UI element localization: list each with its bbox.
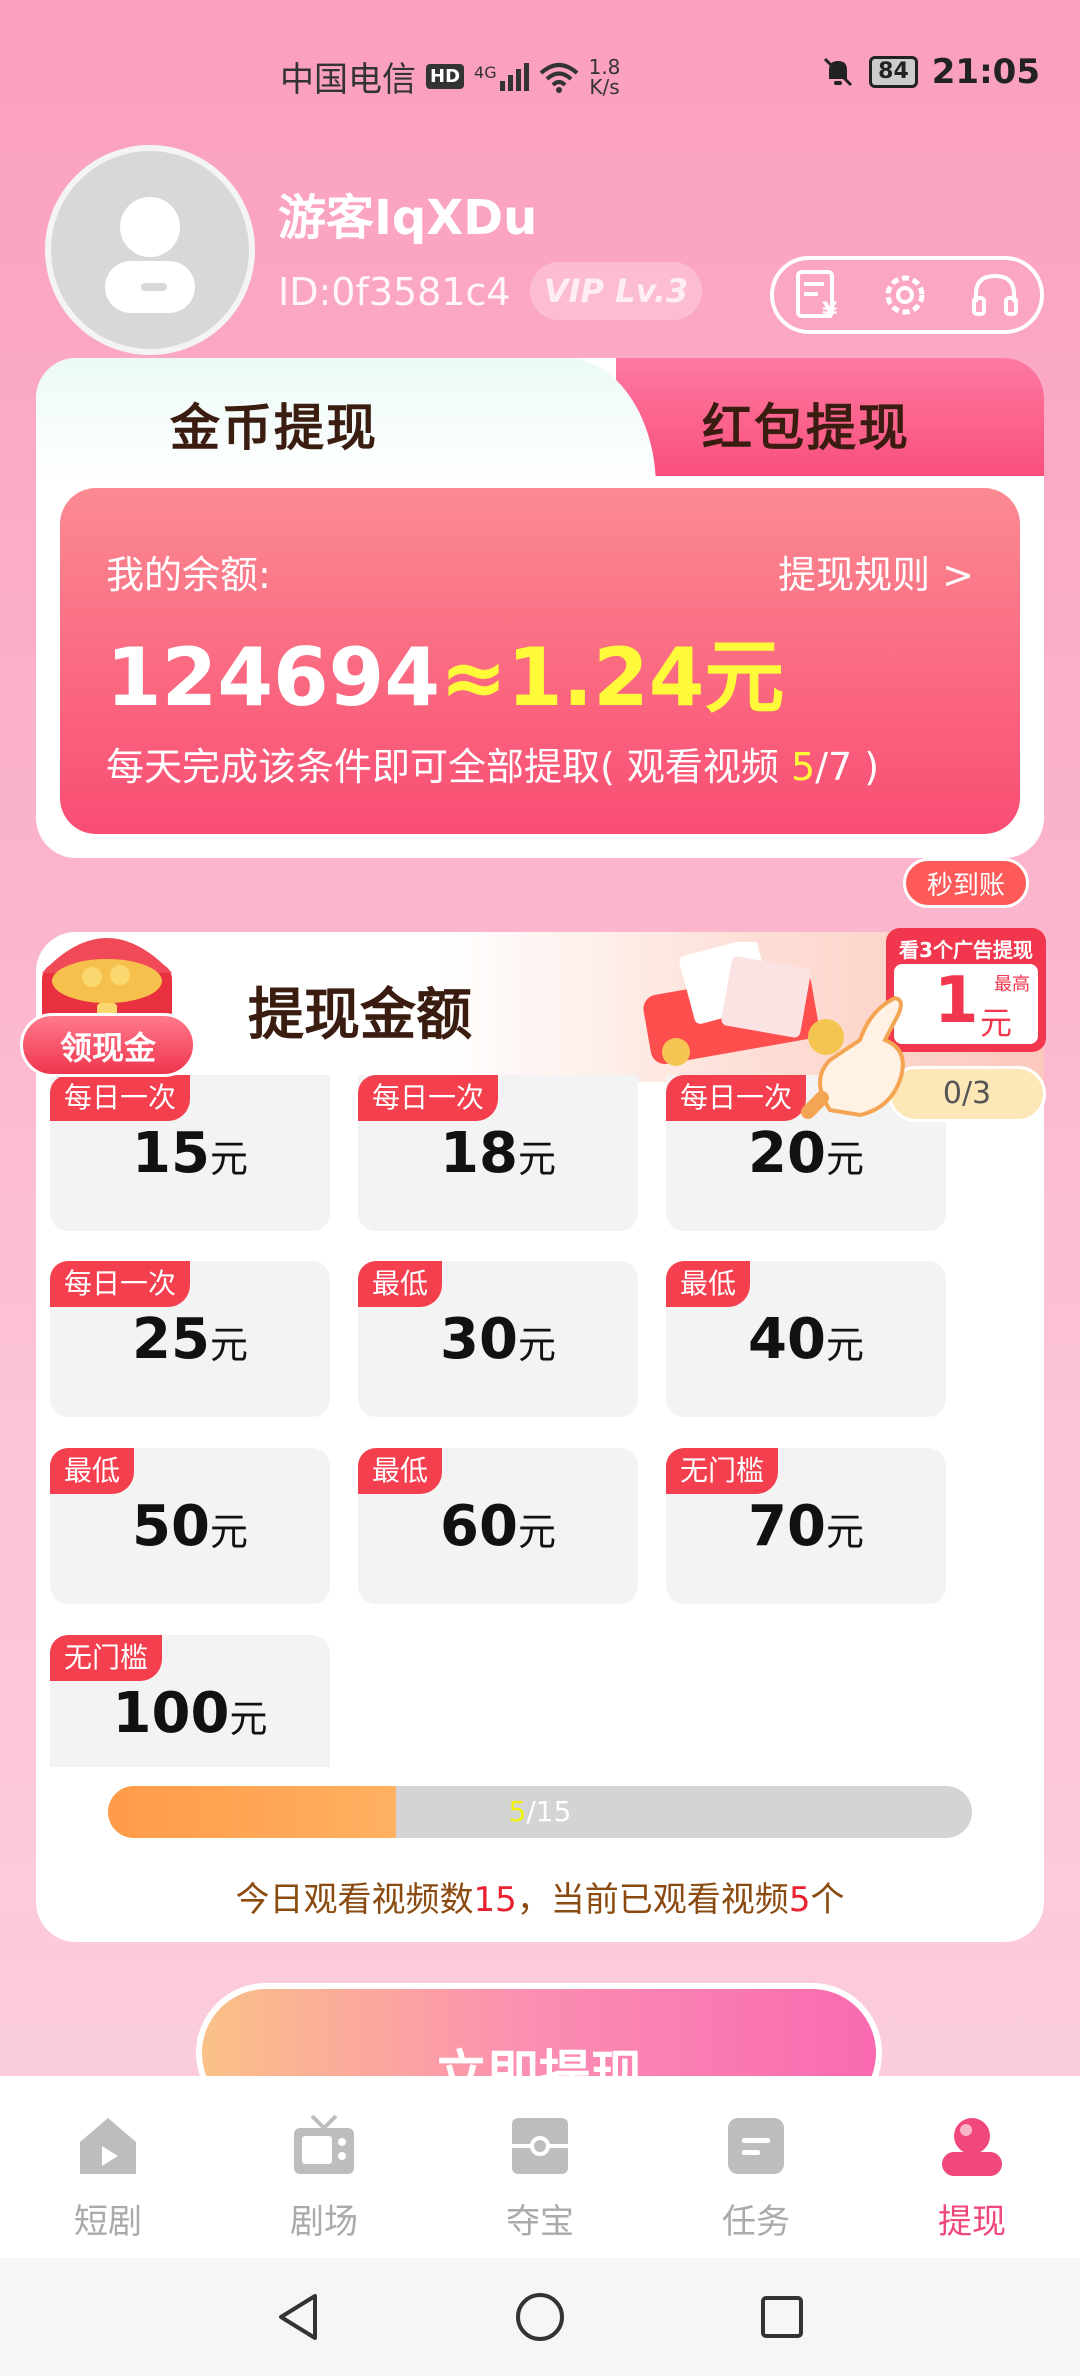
option-amount: 25元 [132,1307,248,1372]
vip-badge: VIP Lv.3 [530,262,702,320]
balance-amount: 124694≈1.24元 [106,613,784,729]
headset-icon[interactable] [968,268,1022,322]
option-tag: 最低 [666,1261,751,1307]
status-bar: 中国电信 HD 4G 1.8 K/s 84 21:05 [0,0,1080,150]
amount-option[interactable]: 每日一次 25元 [50,1261,330,1417]
nav-item-treasure[interactable]: 夺宝 [432,2076,648,2258]
home-play-icon [80,2118,136,2174]
user-id: ID:0f3581c4 [278,270,511,314]
watch-progress-bar: 5/15 [108,1786,972,1838]
net-speed: 1.8 K/s [589,57,621,97]
tv-icon [294,2114,354,2174]
amount-option[interactable]: 无门槛 70元 [666,1448,946,1604]
amount-option[interactable]: 无门槛 100元 [50,1635,330,1767]
bill-icon[interactable]: ¥ [792,268,842,322]
gear-icon[interactable] [878,268,932,322]
ad-unit: 元 [980,1004,1013,1042]
avatar-user-icon [105,197,195,313]
option-amount: 100元 [112,1681,268,1746]
withdraw-tabs-card: 金币提现 红包提现 我的余额: 提现规则 > 124694≈1.24元 每天完成… [36,358,1044,858]
condition-suffix: /7 ) [815,745,880,789]
nav-item-task[interactable]: 任务 [648,2076,864,2258]
balance-panel: 我的余额: 提现规则 > 124694≈1.24元 每天完成该条件即可全部提取(… [60,488,1020,834]
ad-withdraw-title: 看3个广告提现 [899,938,1033,962]
watch-status: 今日观看视频数15，当前已观看视频5个 [235,1880,845,1920]
user-icon [942,2118,1002,2176]
option-tag: 最低 [358,1261,443,1307]
amount-option[interactable]: 最低 30元 [358,1261,638,1417]
progress-current: 5 [508,1795,527,1828]
amount-option[interactable]: 每日一次 15元 [50,1075,330,1231]
carrier-group: 中国电信 HD 4G 1.8 K/s [280,52,620,101]
amount-option[interactable]: 最低 50元 [50,1448,330,1604]
avatar[interactable] [45,145,255,355]
nav-label: 剧场 [290,2202,358,2242]
yuan-equivalent: ≈1.24元 [439,631,785,724]
tab-redpacket-label: 红包提现 [702,399,910,457]
nav-label: 夺宝 [506,2202,574,2242]
option-tag: 每日一次 [666,1075,807,1121]
tab-coin-label: 金币提现 [170,399,378,457]
option-amount: 30元 [440,1307,556,1372]
wifi-icon [539,62,578,93]
progress-total: /15 [526,1795,572,1828]
option-tag: 每日一次 [50,1261,191,1307]
clock: 21:05 [931,52,1040,92]
bell-muted-icon [824,57,853,87]
task-icon [728,2118,784,2174]
treasure-icon [512,2118,568,2174]
option-amount: 50元 [132,1494,248,1559]
option-amount: 70元 [748,1494,864,1559]
toolbar: ¥ [770,256,1044,334]
carrier-name: 中国电信 [280,60,416,100]
hd-badge: HD [426,64,465,89]
instant-arrival-badge: 秒到账 [903,858,1029,908]
option-amount: 20元 [748,1121,864,1186]
ad-max-label: 最高 [994,974,1030,995]
watch-progress-text: 5/15 [108,1786,972,1838]
back-icon[interactable] [273,2290,323,2344]
recents-icon[interactable] [757,2292,807,2342]
balance-label: 我的余额: [106,553,271,597]
nav-item-theater[interactable]: 剧场 [216,2076,432,2258]
nav-item-withdraw[interactable]: 提现 [864,2076,1080,2258]
option-tag: 每日一次 [358,1075,499,1121]
pointing-hand-icon [801,995,905,1119]
net-speed-value: 1.8 [588,54,621,79]
svg-text:¥: ¥ [822,299,838,322]
network-type: 4G [474,62,497,82]
option-tag: 最低 [50,1448,135,1494]
battery-indicator: 84 [869,56,918,88]
withdraw-title: 提现金额 [248,983,472,1048]
receive-cash-button[interactable]: 领现金 [20,1013,196,1077]
bottom-nav: 短剧 剧场 夺宝 任务 提现 [0,2076,1080,2258]
system-nav-bar [0,2258,1080,2376]
option-amount: 18元 [440,1121,556,1186]
net-speed-unit: K/s [589,74,620,99]
signal-icon: 4G [474,62,529,91]
amount-grid: 每日一次 15元 每日一次 18元 每日一次 20元 每日一次 25元 最低 3… [50,1075,1010,1767]
option-tag: 无门槛 [666,1448,779,1494]
home-icon[interactable] [513,2290,567,2344]
amount-option[interactable]: 最低 40元 [666,1261,946,1417]
condition-current: 5 [791,745,816,789]
amount-option[interactable]: 最低 60元 [358,1448,638,1604]
withdraw-rules-link[interactable]: 提现规则 > [778,544,974,599]
option-tag: 无门槛 [50,1635,163,1681]
status-right: 84 21:05 [821,52,1040,92]
nav-label: 短剧 [74,2202,142,2242]
nav-label: 提现 [938,2202,1006,2242]
option-amount: 15元 [132,1121,248,1186]
username: 游客IqXDu [278,190,538,246]
withdraw-condition: 每天完成该条件即可全部提取( 观看视频 5/7 ) [106,736,879,791]
nav-label: 任务 [722,2202,790,2242]
option-tag: 最低 [358,1448,443,1494]
amount-option[interactable]: 每日一次 18元 [358,1075,638,1231]
nav-item-shortdrama[interactable]: 短剧 [0,2076,216,2258]
condition-prefix: 每天完成该条件即可全部提取( 观看视频 [106,745,791,789]
ad-amount: 1 [934,964,979,1038]
option-amount: 40元 [748,1307,864,1372]
coin-count: 124694 [106,631,440,724]
option-amount: 60元 [440,1494,556,1559]
